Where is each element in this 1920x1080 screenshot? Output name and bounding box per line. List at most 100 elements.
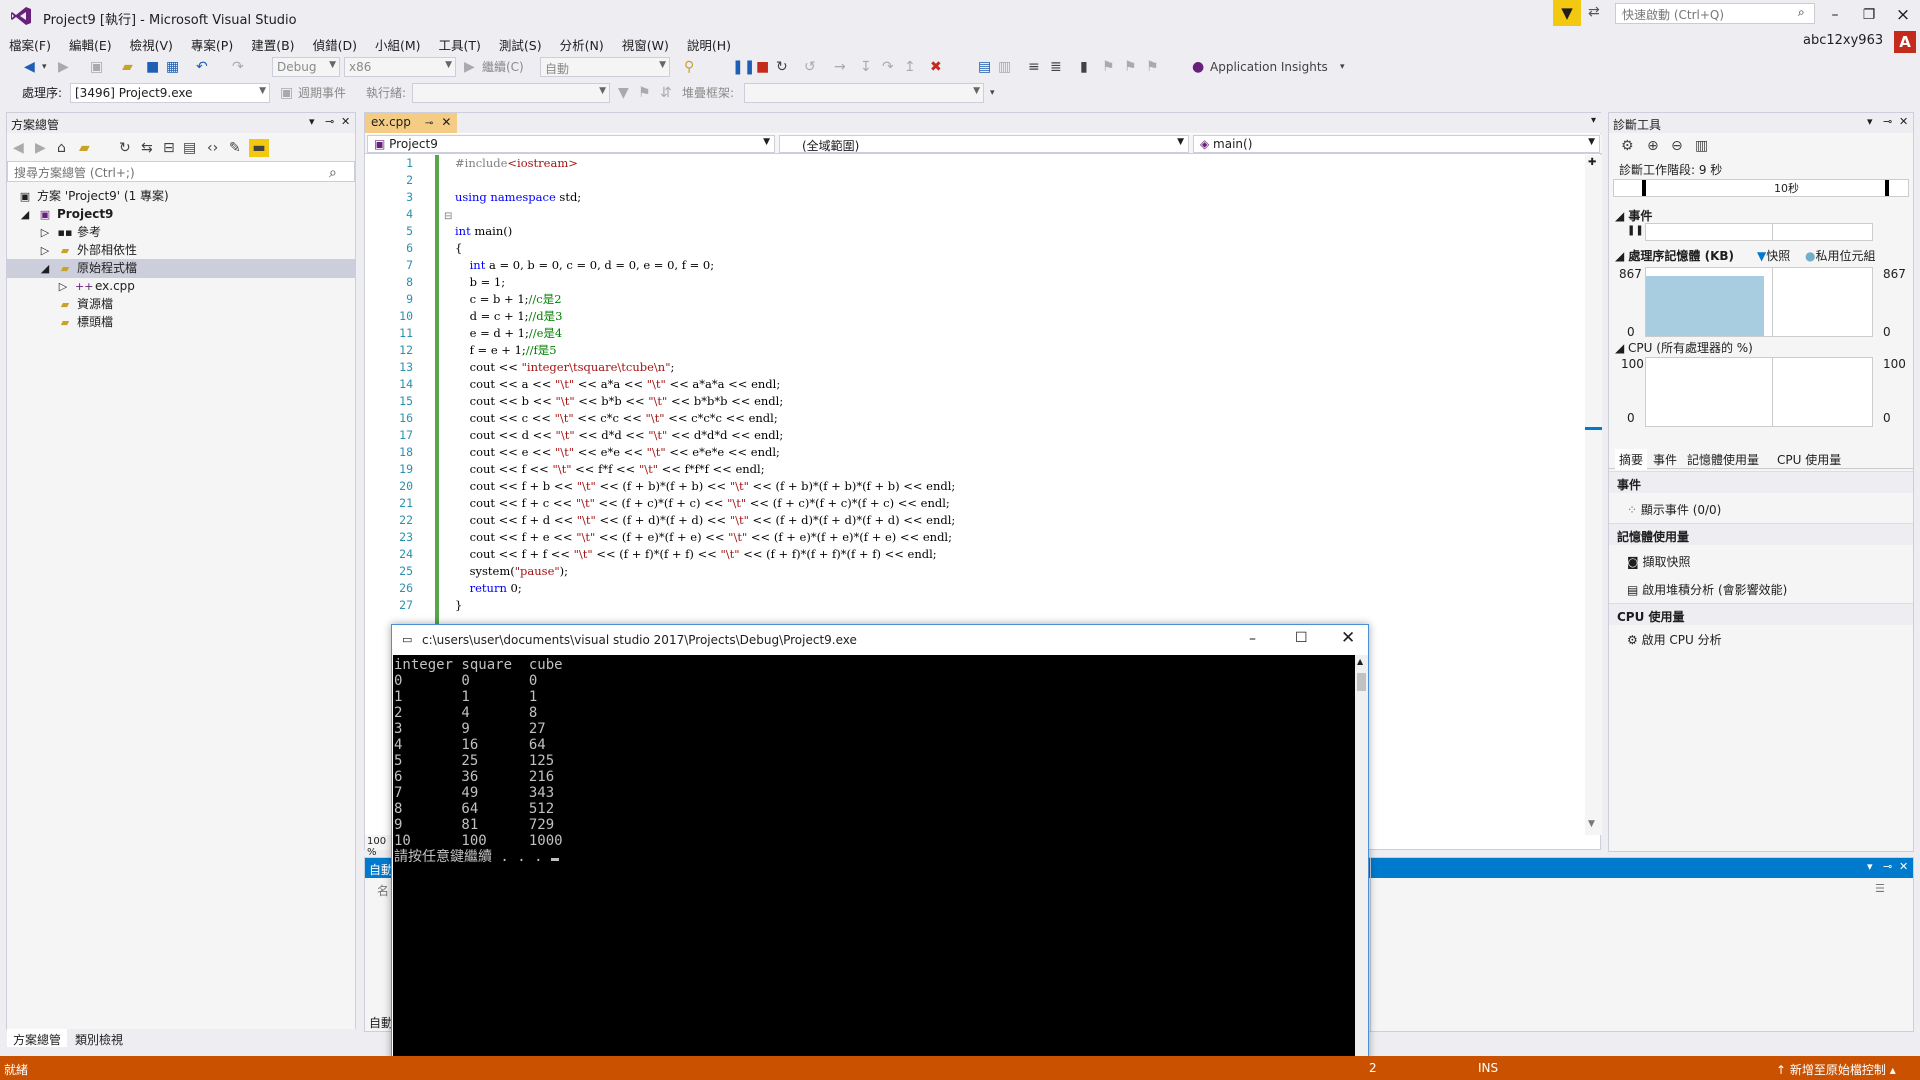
- collapse-all-icon[interactable]: ⊟: [163, 139, 175, 157]
- timeline-ruler[interactable]: 10秒: [1613, 179, 1909, 197]
- window-position-icon[interactable]: ▾: [1867, 115, 1873, 128]
- preview-selected-icon[interactable]: ▬: [249, 139, 269, 157]
- home-icon[interactable]: ⌂: [57, 139, 66, 157]
- open-file-icon[interactable]: ▰: [122, 58, 133, 76]
- next-bookmark-icon[interactable]: ⚑: [1124, 58, 1137, 76]
- solution-search-input[interactable]: 搜尋方案總管 (Ctrl+;): [7, 161, 355, 182]
- restart-icon[interactable]: ↻: [776, 58, 788, 76]
- editor-vertical-scrollbar[interactable]: ✚ ▼: [1585, 155, 1602, 835]
- step-into-icon[interactable]: →: [834, 58, 846, 76]
- properties-icon[interactable]: ✎: [229, 139, 241, 157]
- auto-select[interactable]: 自動 ▼: [540, 57, 670, 77]
- tree-item-external-deps[interactable]: ▷ ▰ 外部相依性: [37, 241, 137, 260]
- new-project-icon[interactable]: ▣: [90, 58, 103, 76]
- pin-icon[interactable]: ⊸: [1883, 115, 1892, 128]
- stack-frame-select[interactable]: ▼: [744, 83, 984, 103]
- menu-test[interactable]: 測試(S): [490, 32, 551, 54]
- show-next-statement-icon[interactable]: ↺: [804, 58, 816, 76]
- exceptions-icon[interactable]: ✖: [930, 58, 942, 76]
- platform-select[interactable]: x86 ▼: [344, 57, 456, 77]
- scroll-up-icon[interactable]: ▲: [1357, 657, 1363, 666]
- search-icon[interactable]: ⌕: [1798, 5, 1805, 20]
- toolbar-options-icon[interactable]: ▾: [990, 84, 995, 102]
- tree-item-ex-cpp[interactable]: ▷ ++ ex.cpp: [55, 277, 135, 296]
- menu-window[interactable]: 視窗(W): [613, 32, 678, 54]
- continue-icon[interactable]: ▶: [464, 58, 475, 76]
- outline-collapse-icon[interactable]: ⊟: [444, 211, 452, 222]
- tab-autos[interactable]: 自動: [369, 1014, 393, 1031]
- show-events-link[interactable]: ⁘ 顯示事件 (0/0): [1627, 501, 1721, 518]
- comment-icon[interactable]: ≡: [1028, 58, 1040, 76]
- tree-item-header-files[interactable]: ▰ 標頭檔: [37, 313, 113, 332]
- maximize-button[interactable]: ☐: [1295, 630, 1308, 646]
- pin-icon[interactable]: ⊸: [325, 115, 334, 128]
- view-code-icon[interactable]: ‹›: [207, 139, 218, 157]
- gear-icon[interactable]: ⚙: [1621, 137, 1634, 155]
- split-icon[interactable]: ✚: [1588, 157, 1596, 168]
- timeline-end-handle[interactable]: [1885, 180, 1889, 196]
- close-button[interactable]: ×: [1888, 4, 1918, 26]
- zoom-out-icon[interactable]: ⊖: [1671, 137, 1683, 155]
- step-over-icon[interactable]: ↧: [860, 58, 872, 76]
- expand-icon[interactable]: ▷: [55, 278, 71, 296]
- sync-icon[interactable]: ⇆: [141, 139, 153, 157]
- enable-cpu-profiling-button[interactable]: ⚙ 啟用 CPU 分析: [1627, 631, 1722, 648]
- collapse-icon[interactable]: ◢: [1615, 341, 1628, 355]
- avatar[interactable]: A: [1894, 31, 1916, 53]
- menu-team[interactable]: 小組(M): [366, 32, 430, 54]
- forward-icon[interactable]: ▶: [58, 58, 69, 76]
- zoom-in-icon[interactable]: ⊕: [1647, 137, 1659, 155]
- tab-ex-cpp[interactable]: ex.cpp ⊸ ✕: [365, 113, 458, 133]
- break-all-icon[interactable]: ❚❚: [732, 58, 755, 76]
- back-icon[interactable]: ◀: [13, 139, 24, 157]
- forward-icon[interactable]: ▶: [35, 139, 46, 157]
- console-scrollbar[interactable]: ▲ ▼: [1355, 655, 1368, 1080]
- tree-item-resource-files[interactable]: ▰ 資源檔: [37, 295, 113, 314]
- flag-icon[interactable]: ⚑: [638, 84, 651, 102]
- minimize-button[interactable]: –: [1820, 4, 1850, 26]
- cpu-chart[interactable]: [1645, 357, 1873, 427]
- clear-bookmarks-icon[interactable]: ⚑: [1146, 58, 1159, 76]
- minimize-button[interactable]: –: [1249, 631, 1256, 647]
- menu-help[interactable]: 說明(H): [678, 32, 740, 54]
- collapse-icon[interactable]: ◢: [1615, 209, 1628, 223]
- scope-nav-select[interactable]: (全域範圍) ▼: [779, 135, 1189, 153]
- menu-view[interactable]: 檢視(V): [121, 32, 182, 54]
- search-icon[interactable]: ⌕: [329, 164, 337, 182]
- expand-icon[interactable]: ▷: [37, 224, 53, 242]
- step-into-2-icon[interactable]: ↷: [882, 58, 894, 76]
- menu-edit[interactable]: 編輯(E): [60, 32, 121, 54]
- quick-launch-input[interactable]: 快速啟動 (Ctrl+Q): [1615, 3, 1815, 24]
- tab-memory-usage[interactable]: 記憶體使用量: [1683, 449, 1763, 470]
- scroll-thumb[interactable]: [1357, 673, 1366, 691]
- source-control-button[interactable]: ↑ 新增至原始檔控制 ▴: [1776, 1061, 1896, 1078]
- menu-project[interactable]: 專案(P): [182, 32, 242, 54]
- find-icon[interactable]: ⚲: [684, 58, 694, 76]
- heap-profiling-checkbox[interactable]: ▤ 啟用堆積分析 (會影響效能): [1627, 581, 1787, 598]
- close-icon[interactable]: ✕: [341, 115, 350, 128]
- application-insights-button[interactable]: Application Insights: [1210, 58, 1328, 76]
- tab-cpu-usage[interactable]: CPU 使用量: [1773, 449, 1845, 470]
- switch-views-icon[interactable]: ▰: [79, 139, 90, 157]
- pin-icon[interactable]: ⊸: [1883, 860, 1892, 873]
- scroll-down-icon[interactable]: ▼: [1588, 819, 1595, 829]
- menu-debug[interactable]: 偵錯(D): [304, 32, 366, 54]
- menu-analyze[interactable]: 分析(N): [551, 32, 613, 54]
- member-nav-select[interactable]: ◈ main() ▼: [1193, 135, 1600, 153]
- flag-threads-icon[interactable]: ▼: [618, 84, 629, 102]
- redo-icon[interactable]: ↷: [232, 58, 244, 76]
- list-view-icon[interactable]: ☰: [1875, 882, 1885, 895]
- menu-build[interactable]: 建置(B): [242, 32, 303, 54]
- step-out-icon[interactable]: ↥: [904, 58, 916, 76]
- save-all-icon[interactable]: ▦: [166, 58, 179, 76]
- show-all-files-icon[interactable]: ▤: [183, 139, 196, 157]
- pending-changes-icon[interactable]: ↻: [119, 139, 131, 157]
- menu-tools[interactable]: 工具(T): [430, 32, 490, 54]
- tree-item-project[interactable]: ◢ ▣ Project9: [17, 205, 114, 224]
- close-icon[interactable]: ✕: [441, 115, 451, 129]
- tree-item-solution[interactable]: ▣ 方案 'Project9' (1 專案): [17, 187, 169, 206]
- feedback-icon[interactable]: ⇄: [1588, 4, 1600, 20]
- close-button[interactable]: ✕: [1341, 628, 1355, 648]
- timeline-start-handle[interactable]: [1642, 180, 1646, 196]
- chevron-down-icon[interactable]: ▾: [42, 58, 47, 76]
